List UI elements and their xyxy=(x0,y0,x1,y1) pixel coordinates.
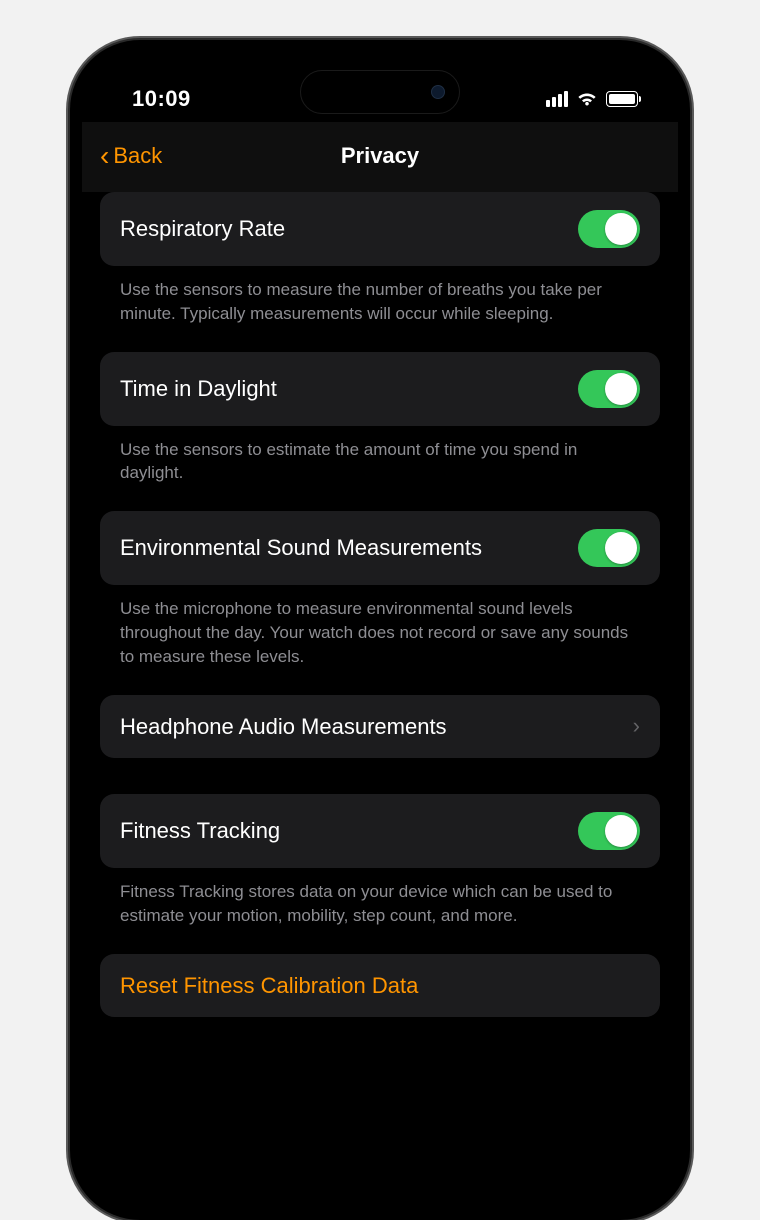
reset-calibration-row[interactable]: Reset Fitness Calibration Data xyxy=(100,954,660,1018)
respiratory-rate-toggle[interactable] xyxy=(578,210,640,248)
status-icons xyxy=(546,91,638,107)
environmental-sound-label: Environmental Sound Measurements xyxy=(120,534,562,562)
cellular-signal-icon xyxy=(546,91,568,107)
respiratory-rate-footer: Use the sensors to measure the number of… xyxy=(100,266,660,352)
headphone-audio-row[interactable]: Headphone Audio Measurements › xyxy=(100,695,660,759)
screen: 10:09 ‹ Back xyxy=(82,52,678,1208)
fitness-tracking-toggle[interactable] xyxy=(578,812,640,850)
time-in-daylight-label: Time in Daylight xyxy=(120,375,562,403)
environmental-sound-toggle[interactable] xyxy=(578,529,640,567)
nav-bar: ‹ Back Privacy xyxy=(82,122,678,192)
fitness-tracking-footer: Fitness Tracking stores data on your dev… xyxy=(100,868,660,954)
environmental-sound-row[interactable]: Environmental Sound Measurements xyxy=(100,511,660,585)
back-label: Back xyxy=(113,143,162,169)
front-camera-icon xyxy=(431,85,445,99)
reset-calibration-label: Reset Fitness Calibration Data xyxy=(120,972,640,1000)
environmental-sound-footer: Use the microphone to measure environmen… xyxy=(100,585,660,694)
fitness-tracking-label: Fitness Tracking xyxy=(120,817,562,845)
chevron-right-icon: › xyxy=(633,713,640,739)
battery-icon xyxy=(606,91,638,107)
chevron-left-icon: ‹ xyxy=(100,142,109,170)
wifi-icon xyxy=(576,91,598,107)
headphone-audio-label: Headphone Audio Measurements xyxy=(120,713,617,741)
respiratory-rate-row[interactable]: Respiratory Rate xyxy=(100,192,660,266)
time-in-daylight-footer: Use the sensors to estimate the amount o… xyxy=(100,426,660,512)
fitness-tracking-row[interactable]: Fitness Tracking xyxy=(100,794,660,868)
time-in-daylight-row[interactable]: Time in Daylight xyxy=(100,352,660,426)
status-time: 10:09 xyxy=(132,86,191,112)
page-title: Privacy xyxy=(82,143,678,169)
dynamic-island xyxy=(300,70,460,114)
respiratory-rate-label: Respiratory Rate xyxy=(120,215,562,243)
settings-list: Respiratory Rate Use the sensors to meas… xyxy=(82,192,678,1198)
phone-frame: 10:09 ‹ Back xyxy=(70,40,690,1220)
time-in-daylight-toggle[interactable] xyxy=(578,370,640,408)
back-button[interactable]: ‹ Back xyxy=(100,142,162,170)
